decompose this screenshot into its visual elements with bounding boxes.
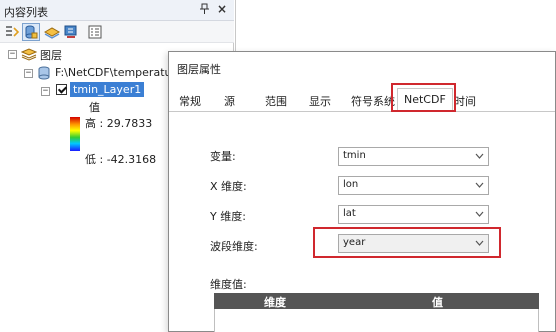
- tab-source[interactable]: 源: [224, 93, 235, 109]
- collapse-source-toggle[interactable]: −: [24, 69, 33, 78]
- tab-strip: 常规 源 范围 显示 符号系统 NetCDF 时间: [169, 88, 555, 112]
- layers-icon: [20, 47, 38, 64]
- chevron-down-icon: [475, 178, 484, 195]
- list-by-visibility-button[interactable]: [43, 23, 61, 41]
- legend-high-value: 高 : 29.7833: [85, 117, 153, 130]
- legend-heading: 值: [89, 101, 100, 114]
- y-dimension-select[interactable]: lat: [338, 205, 489, 224]
- y-dimension-label: Y 维度:: [210, 210, 246, 223]
- close-icon[interactable]: ×: [217, 2, 227, 16]
- tab-time[interactable]: 时间: [454, 93, 476, 109]
- chevron-down-icon: [475, 207, 484, 224]
- list-by-drawing-order-button[interactable]: [3, 23, 21, 41]
- dimension-values-label: 维度值:: [210, 278, 247, 291]
- netcdf-tab-highlight: [391, 83, 456, 112]
- collapse-root-toggle[interactable]: −: [8, 50, 17, 59]
- variable-label: 变量:: [210, 150, 236, 163]
- collapse-layer-toggle[interactable]: −: [41, 87, 50, 96]
- grid-header-value: 值: [432, 296, 443, 309]
- tab-display[interactable]: 显示: [309, 93, 331, 109]
- pin-icon[interactable]: [200, 3, 209, 18]
- source-path-label[interactable]: F:\NetCDF\temperature: [55, 66, 183, 79]
- options-button[interactable]: [86, 23, 104, 41]
- tab-general[interactable]: 常规: [179, 93, 201, 109]
- list-by-source-button[interactable]: [22, 23, 40, 41]
- grid-header-dimension: 维度: [264, 296, 286, 309]
- y-dimension-value: lat: [343, 208, 356, 219]
- dimension-values-grid[interactable]: [214, 309, 539, 332]
- x-dimension-value: lon: [343, 179, 359, 190]
- tab-symbology[interactable]: 符号系统: [351, 93, 395, 109]
- list-by-selection-button[interactable]: [62, 23, 80, 41]
- layer-name-label[interactable]: tmin_Layer1: [70, 82, 145, 97]
- color-ramp: [70, 117, 80, 151]
- layer-visibility-checkbox[interactable]: [56, 84, 67, 95]
- band-dimension-label: 波段维度:: [210, 240, 258, 253]
- chevron-down-icon: [475, 149, 484, 166]
- band-dimension-highlight: [313, 227, 501, 258]
- layer-properties-dialog: 图层属性 常规 源 范围 显示 符号系统 NetCDF 时间 变量: tmin …: [168, 51, 556, 332]
- x-dimension-select[interactable]: lon: [338, 176, 489, 195]
- tab-extent[interactable]: 范围: [265, 93, 287, 109]
- toc-toolbar: [0, 21, 234, 43]
- toc-title-bar: 内容列表 ×: [0, 0, 234, 21]
- dimension-values-grid-header: 维度 值: [214, 293, 539, 309]
- legend-low-value: 低 : -42.3168: [85, 153, 157, 166]
- x-dimension-label: X 维度:: [210, 180, 247, 193]
- root-layer-label[interactable]: 图层: [40, 47, 62, 63]
- map-view: [235, 0, 556, 55]
- toc-title: 内容列表: [4, 6, 48, 19]
- dialog-title: 图层属性: [177, 63, 221, 76]
- variable-value: tmin: [343, 150, 366, 161]
- database-icon: [37, 66, 51, 83]
- variable-select[interactable]: tmin: [338, 147, 489, 166]
